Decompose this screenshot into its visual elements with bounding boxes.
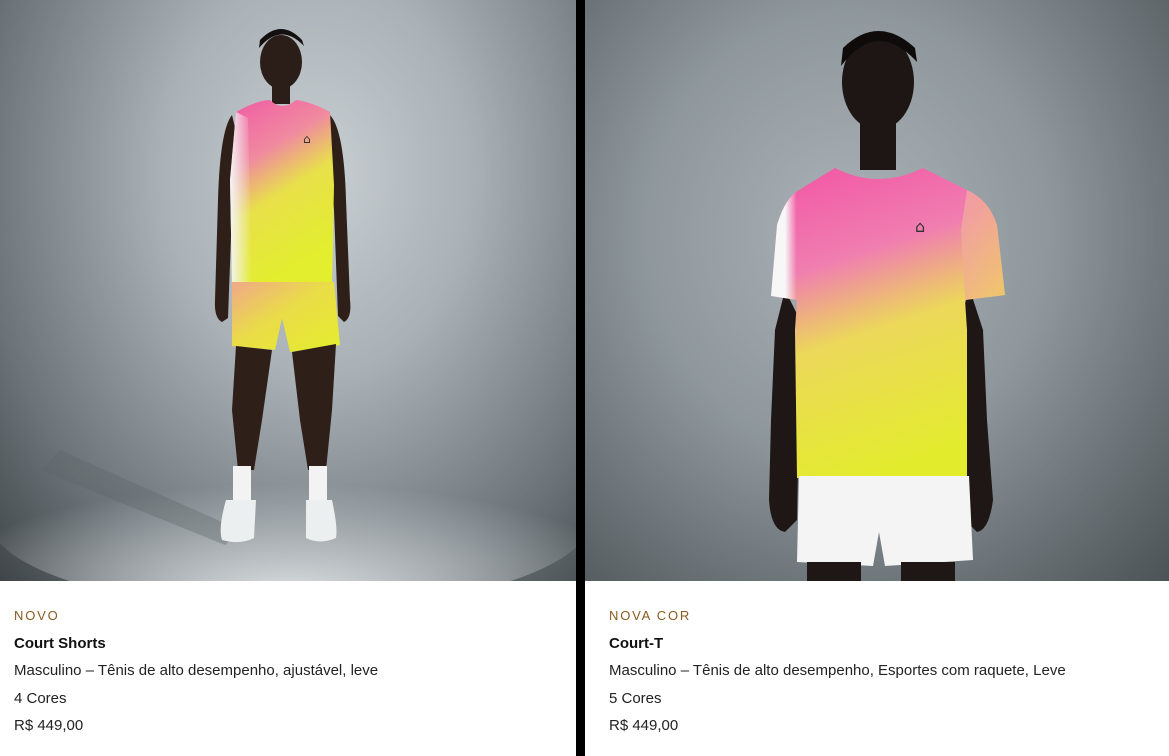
product-colors: 5 Cores — [609, 689, 662, 707]
product-price: R$ 449,00 — [14, 717, 84, 734]
product-colors: 4 Cores — [14, 689, 67, 707]
product-description: Masculino – Tênis de alto desempenho, aj… — [14, 662, 379, 679]
product-info: NOVA COR Court-T Masculino – Tênis de al… — [609, 608, 1159, 745]
product-name[interactable]: Court Shorts — [14, 635, 566, 653]
product-image[interactable]: ⌂ — [585, 0, 1169, 581]
product-badge: NOVO — [14, 608, 60, 623]
product-name[interactable]: Court-T — [609, 635, 1159, 653]
product-price: R$ 449,00 — [609, 717, 679, 734]
product-info: NOVO Court Shorts Masculino – Tênis de a… — [14, 608, 566, 745]
product-card-court-shorts[interactable]: ⌂ NOVO Court Shorts Masculino – Tênis de… — [0, 0, 576, 756]
product-badge: NOVA COR — [609, 608, 692, 623]
model-torso-photo-icon: ⌂ — [769, 31, 1005, 581]
product-image[interactable]: ⌂ — [0, 0, 576, 581]
svg-text:⌂: ⌂ — [915, 217, 925, 236]
model-full-body-photo-icon: ⌂ — [0, 29, 576, 581]
product-grid: ⌂ NOVO Court Shorts Masculino – Tênis de… — [0, 0, 1169, 756]
product-card-court-t[interactable]: ⌂ NOVA COR Court-T Masculino – Tênis de … — [585, 0, 1169, 756]
svg-text:⌂: ⌂ — [303, 132, 311, 146]
product-description: Masculino – Tênis de alto desempenho, Es… — [609, 662, 1066, 679]
